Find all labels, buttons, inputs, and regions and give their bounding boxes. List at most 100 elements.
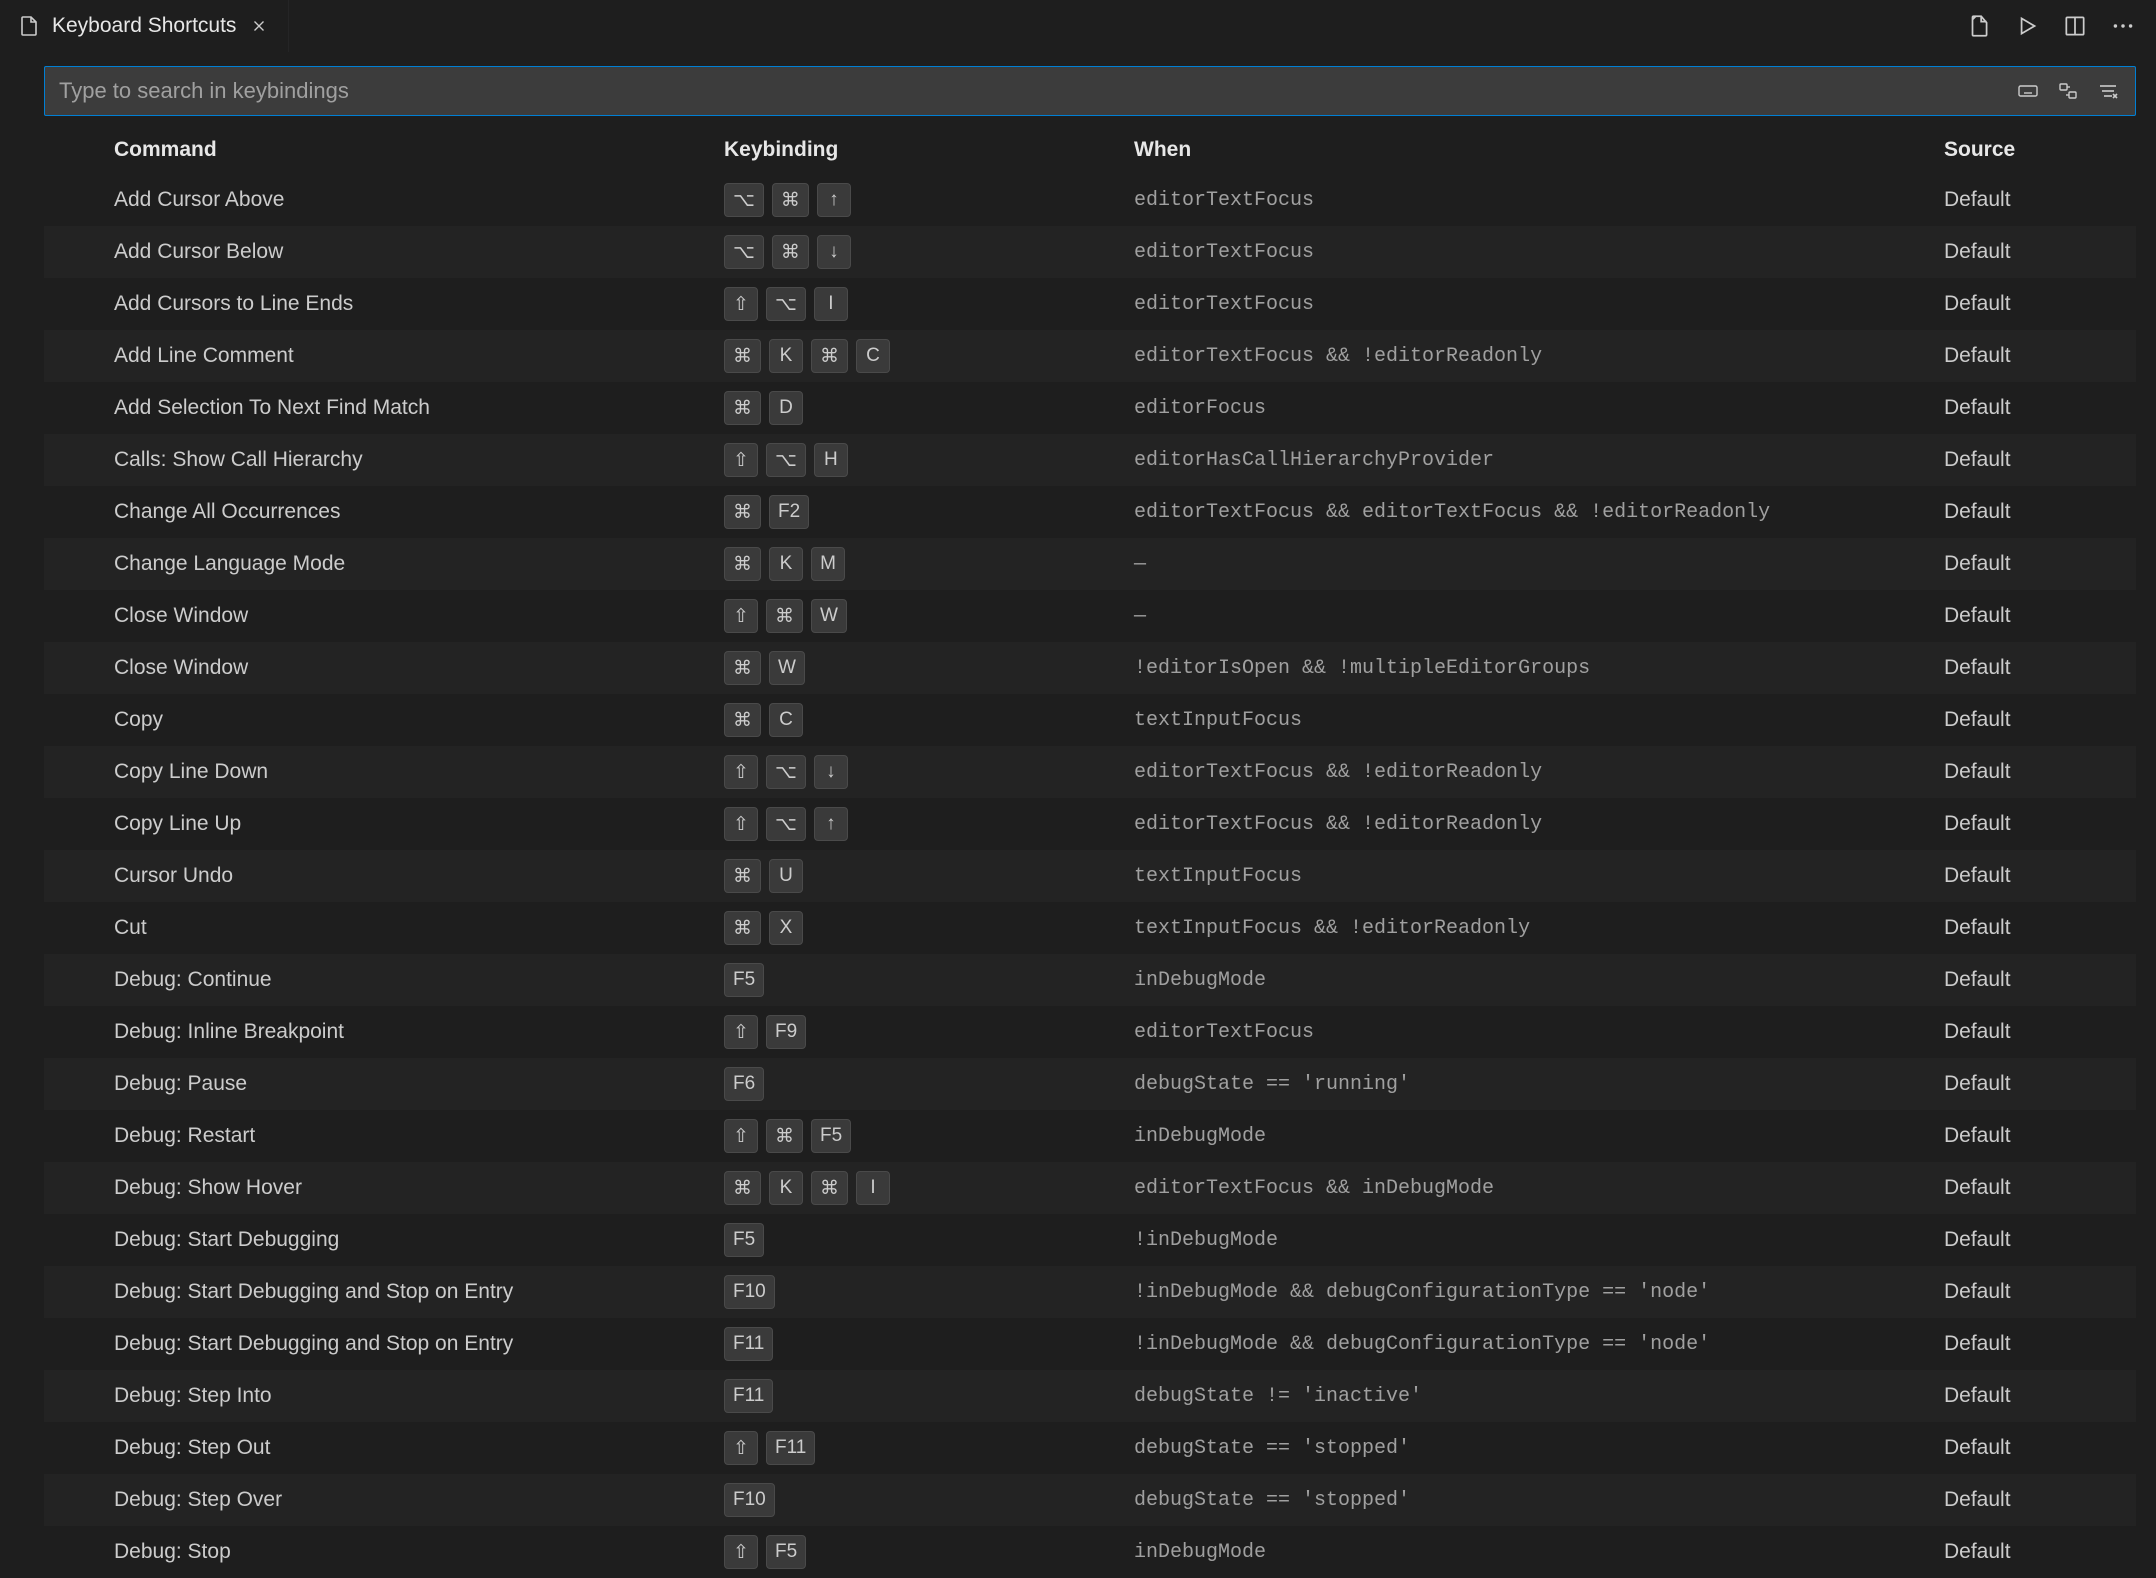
col-keybinding[interactable]: Keybinding bbox=[724, 138, 1134, 162]
when-cell: !editorIsOpen && !multipleEditorGroups bbox=[1134, 657, 1944, 680]
table-row[interactable]: Debug: PauseF6debugState == 'running'Def… bbox=[44, 1058, 2136, 1110]
open-file-icon[interactable] bbox=[1964, 11, 1994, 41]
more-icon[interactable] bbox=[2108, 11, 2138, 41]
table-row[interactable]: Debug: Stop⇧F5inDebugModeDefault bbox=[44, 1526, 2136, 1578]
key-cap: ⌘ bbox=[772, 235, 809, 269]
command-cell: Debug: Restart bbox=[114, 1124, 724, 1148]
table-row[interactable]: Debug: Inline Breakpoint⇧F9editorTextFoc… bbox=[44, 1006, 2136, 1058]
key-cap: ⌥ bbox=[766, 287, 806, 321]
table-row[interactable]: Debug: Start DebuggingF5!inDebugModeDefa… bbox=[44, 1214, 2136, 1266]
source-cell: Default bbox=[1944, 396, 2136, 420]
table-row[interactable]: Copy Line Down⇧⌥↓editorTextFocus && !edi… bbox=[44, 746, 2136, 798]
table-row[interactable]: Cut⌘XtextInputFocus && !editorReadonlyDe… bbox=[44, 902, 2136, 954]
when-cell: inDebugMode bbox=[1134, 1125, 1944, 1148]
command-cell: Cursor Undo bbox=[114, 864, 724, 888]
key-cap: ⇧ bbox=[724, 1431, 758, 1465]
col-source[interactable]: Source bbox=[1944, 138, 2136, 162]
when-cell: editorFocus bbox=[1134, 397, 1944, 420]
file-icon bbox=[16, 13, 42, 39]
key-cap: ⌘ bbox=[724, 703, 761, 737]
key-cap: H bbox=[814, 443, 848, 477]
table-row[interactable]: Debug: Step IntoF11debugState != 'inacti… bbox=[44, 1370, 2136, 1422]
table-row[interactable]: Change Language Mode⌘KM—Default bbox=[44, 538, 2136, 590]
table-row[interactable]: Debug: Step Out⇧F11debugState == 'stoppe… bbox=[44, 1422, 2136, 1474]
key-cap: D bbox=[769, 391, 803, 425]
when-cell: editorTextFocus bbox=[1134, 189, 1944, 212]
run-icon[interactable] bbox=[2012, 11, 2042, 41]
tab-group: Keyboard Shortcuts bbox=[0, 0, 289, 52]
source-cell: Default bbox=[1944, 604, 2136, 628]
table-row[interactable]: Copy Line Up⇧⌥↑editorTextFocus && !edito… bbox=[44, 798, 2136, 850]
col-when[interactable]: When bbox=[1134, 138, 1944, 162]
table-row[interactable]: Add Cursors to Line Ends⇧⌥IeditorTextFoc… bbox=[44, 278, 2136, 330]
key-cap: ⇧ bbox=[724, 287, 758, 321]
command-cell: Cut bbox=[114, 916, 724, 940]
when-cell: textInputFocus && !editorReadonly bbox=[1134, 917, 1944, 940]
source-cell: Default bbox=[1944, 292, 2136, 316]
source-cell: Default bbox=[1944, 760, 2136, 784]
keybinding-cell: ⌘D bbox=[724, 391, 1134, 425]
key-cap: F10 bbox=[724, 1483, 775, 1517]
command-cell: Debug: Step Over bbox=[114, 1488, 724, 1512]
close-icon[interactable] bbox=[246, 13, 272, 39]
search-input[interactable] bbox=[59, 78, 2015, 104]
table-row[interactable]: Close Window⇧⌘W—Default bbox=[44, 590, 2136, 642]
split-editor-icon[interactable] bbox=[2060, 11, 2090, 41]
col-command[interactable]: Command bbox=[114, 138, 724, 162]
table-row[interactable]: Add Line Comment⌘K⌘CeditorTextFocus && !… bbox=[44, 330, 2136, 382]
source-cell: Default bbox=[1944, 864, 2136, 888]
table-row[interactable]: Add Cursor Below⌥⌘↓editorTextFocusDefaul… bbox=[44, 226, 2136, 278]
table-row[interactable]: Debug: ContinueF5inDebugModeDefault bbox=[44, 954, 2136, 1006]
key-cap: ⌘ bbox=[724, 547, 761, 581]
key-cap: C bbox=[769, 703, 803, 737]
key-cap: ⇧ bbox=[724, 1015, 758, 1049]
command-cell: Add Cursor Above bbox=[114, 188, 724, 212]
command-cell: Debug: Pause bbox=[114, 1072, 724, 1096]
sort-icon[interactable] bbox=[2055, 78, 2081, 104]
when-cell: debugState == 'running' bbox=[1134, 1073, 1944, 1096]
table-row[interactable]: Copy⌘CtextInputFocusDefault bbox=[44, 694, 2136, 746]
table-row[interactable]: Debug: Start Debugging and Stop on Entry… bbox=[44, 1318, 2136, 1370]
key-cap: I bbox=[856, 1171, 890, 1205]
tab-bar: Keyboard Shortcuts bbox=[0, 0, 2156, 52]
key-cap: ⌘ bbox=[766, 1119, 803, 1153]
table-row[interactable]: Change All Occurrences⌘F2editorTextFocus… bbox=[44, 486, 2136, 538]
table-row[interactable]: Add Cursor Above⌥⌘↑editorTextFocusDefaul… bbox=[44, 174, 2136, 226]
table-row[interactable]: Debug: Step OverF10 debugState == 'stoppe… bbox=[44, 1474, 2136, 1526]
key-cap: I bbox=[814, 287, 848, 321]
key-cap: ⇧ bbox=[724, 599, 758, 633]
table-row[interactable]: Debug: Start Debugging and Stop on Entry… bbox=[44, 1266, 2136, 1318]
table-row[interactable]: Cursor Undo⌘UtextInputFocusDefault bbox=[44, 850, 2136, 902]
key-cap: ⇧ bbox=[724, 755, 758, 789]
table-body: Add Cursor Above⌥⌘↑editorTextFocusDefaul… bbox=[44, 174, 2136, 1578]
search-row bbox=[0, 52, 2156, 126]
key-cap: ⇧ bbox=[724, 1535, 758, 1569]
table-row[interactable]: Calls: Show Call Hierarchy⇧⌥HeditorHasCa… bbox=[44, 434, 2136, 486]
search-box[interactable] bbox=[44, 66, 2136, 116]
command-cell: Debug: Start Debugging bbox=[114, 1228, 724, 1252]
table-row[interactable]: Debug: Show Hover⌘K⌘IeditorTextFocus && … bbox=[44, 1162, 2136, 1214]
keybinding-cell: ⇧⌥H bbox=[724, 443, 1134, 477]
tab-keyboard-shortcuts[interactable]: Keyboard Shortcuts bbox=[0, 0, 289, 52]
table-row[interactable]: Debug: Restart⇧⌘F5inDebugModeDefault bbox=[44, 1110, 2136, 1162]
source-cell: Default bbox=[1944, 1280, 2136, 1304]
clear-filter-icon[interactable] bbox=[2095, 78, 2121, 104]
source-cell: Default bbox=[1944, 656, 2136, 680]
table-header: Command Keybinding When Source bbox=[44, 126, 2136, 174]
keybinding-cell: F11 bbox=[724, 1327, 1134, 1361]
when-cell: debugState == 'stopped' bbox=[1134, 1437, 1944, 1460]
when-cell: !inDebugMode bbox=[1134, 1229, 1944, 1252]
table-row[interactable]: Add Selection To Next Find Match⌘Deditor… bbox=[44, 382, 2136, 434]
table-row[interactable]: Close Window⌘W!editorIsOpen && !multiple… bbox=[44, 642, 2136, 694]
when-cell: editorTextFocus bbox=[1134, 1021, 1944, 1044]
record-keys-icon[interactable] bbox=[2015, 78, 2041, 104]
key-cap: ⌘ bbox=[724, 495, 761, 529]
when-cell: inDebugMode bbox=[1134, 969, 1944, 992]
key-cap: ⇧ bbox=[724, 443, 758, 477]
key-cap: U bbox=[769, 859, 803, 893]
when-cell: debugState == 'stopped' bbox=[1134, 1489, 1944, 1512]
keybinding-cell: ⇧⌘W bbox=[724, 599, 1134, 633]
when-cell: !inDebugMode && debugConfigurationType =… bbox=[1134, 1281, 1944, 1304]
key-cap: F11 bbox=[766, 1431, 815, 1465]
source-cell: Default bbox=[1944, 448, 2136, 472]
